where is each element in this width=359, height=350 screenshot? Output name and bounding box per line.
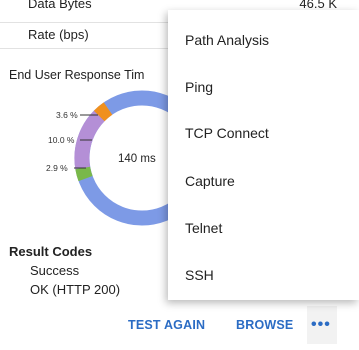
more-icon: •••	[311, 316, 331, 333]
browse-button[interactable]: BROWSE	[236, 318, 293, 332]
menu-item-ssh[interactable]: SSH	[185, 267, 214, 283]
more-button[interactable]: •••	[307, 306, 337, 344]
overflow-menu: Path Analysis Ping TCP Connect Capture T…	[168, 10, 359, 300]
result-code: OK (HTTP 200)	[30, 282, 121, 297]
result-codes-title: Result Codes	[9, 244, 93, 259]
pct-label-green: 2.9 %	[46, 163, 68, 173]
test-again-button[interactable]: TEST AGAIN	[128, 318, 205, 332]
menu-item-capture[interactable]: Capture	[185, 173, 235, 189]
result-status: Success	[30, 263, 80, 278]
pct-label-orange: 3.6 %	[56, 110, 78, 120]
menu-item-telnet[interactable]: Telnet	[185, 220, 222, 236]
menu-item-path-analysis[interactable]: Path Analysis	[185, 32, 269, 48]
menu-item-tcp-connect[interactable]: TCP Connect	[185, 125, 269, 141]
menu-item-ping[interactable]: Ping	[185, 79, 213, 95]
pct-label-purple: 10.0 %	[48, 135, 75, 145]
